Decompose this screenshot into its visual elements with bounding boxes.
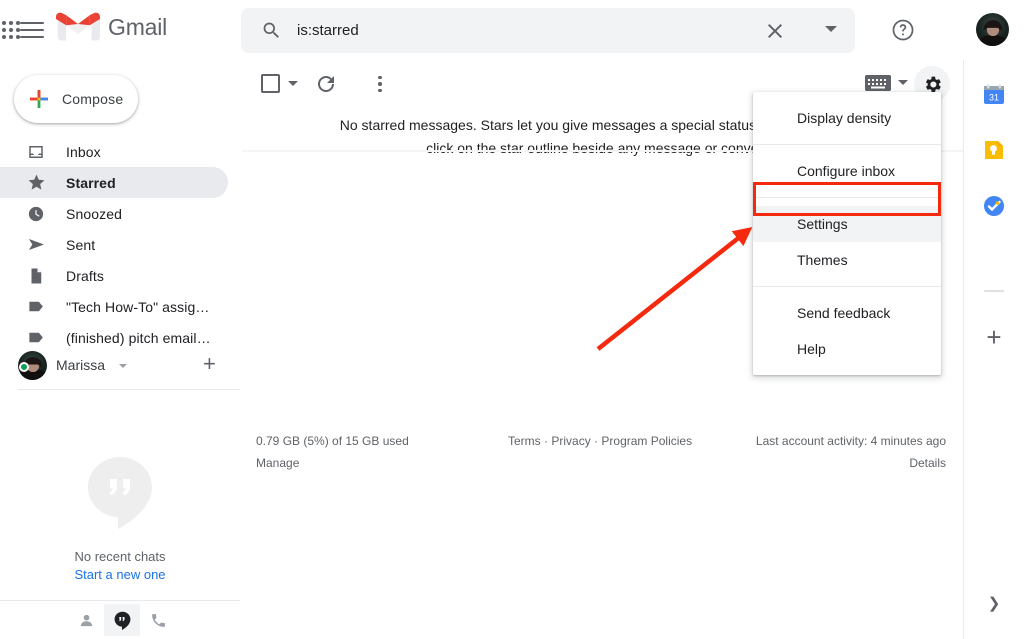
inbox-icon <box>26 142 46 162</box>
right-side-panel: 31 + ❯ <box>964 60 1024 639</box>
sidebar-item-snoozed[interactable]: Snoozed <box>0 198 228 229</box>
expand-panel-chevron-right-icon[interactable]: ❯ <box>984 594 1004 614</box>
left-sidebar: Compose Inbox Starred Snoozed <box>0 60 240 639</box>
search-bar[interactable] <box>241 8 855 53</box>
chat-empty-state: No recent chats Start a new one <box>0 455 240 582</box>
menu-separator <box>753 144 941 145</box>
hangouts-chat-icon[interactable] <box>104 604 140 636</box>
user-name[interactable]: Marissa <box>56 357 105 373</box>
add-addon-plus-icon[interactable]: + <box>982 326 1006 350</box>
hamburger-menu-icon[interactable] <box>20 18 46 42</box>
search-icon[interactable] <box>261 20 282 41</box>
add-contact-plus-icon[interactable]: + <box>203 355 223 375</box>
menu-item-label: Themes <box>797 252 848 268</box>
menu-item-label: Settings <box>797 216 848 232</box>
google-calendar-icon[interactable]: 31 <box>982 82 1006 106</box>
search-input[interactable] <box>297 8 777 53</box>
sidebar-divider <box>18 389 240 390</box>
hangouts-bubble-icon <box>84 455 156 531</box>
sidebar-item-starred[interactable]: Starred <box>0 167 228 198</box>
menu-item-display-density[interactable]: Display density <box>753 100 941 136</box>
footer-links: Terms · Privacy · Program Policies <box>508 434 692 448</box>
activity-details-link[interactable]: Details <box>756 456 946 470</box>
sidebar-item-inbox[interactable]: Inbox <box>0 136 228 167</box>
refresh-icon[interactable] <box>314 72 338 96</box>
keyboard-icon[interactable] <box>865 75 891 91</box>
sidebar-nav-list: Inbox Starred Snoozed Sent <box>0 136 240 353</box>
hangouts-user-row: Marissa + <box>0 341 240 389</box>
plus-icon <box>27 87 51 111</box>
close-icon[interactable] <box>763 19 787 43</box>
privacy-link[interactable]: Privacy <box>551 434 590 448</box>
select-all-chevron-down-icon[interactable] <box>288 81 298 86</box>
phone-icon[interactable] <box>140 604 176 636</box>
compose-label: Compose <box>62 91 123 107</box>
select-all-checkbox-icon[interactable] <box>261 74 280 93</box>
top-header-bar: Gmail <box>0 0 1024 60</box>
menu-separator <box>753 197 941 198</box>
sidebar-item-label: Snoozed <box>66 206 122 222</box>
manage-storage-link[interactable]: Manage <box>256 456 409 470</box>
send-icon <box>26 235 46 255</box>
rail-divider-line <box>984 290 1004 292</box>
chevron-down-icon[interactable] <box>119 364 127 368</box>
settings-dropdown-menu: Display density Configure inbox Settings… <box>753 92 941 375</box>
sidebar-item-label: Drafts <box>66 268 104 284</box>
start-new-chat-link[interactable]: Start a new one <box>0 567 240 582</box>
sidebar-item-label: Sent <box>66 237 95 253</box>
avatar[interactable] <box>976 13 1009 46</box>
gmail-logo-icon <box>56 10 100 44</box>
menu-item-themes[interactable]: Themes <box>753 242 941 278</box>
footer-separator-2: · <box>594 434 598 448</box>
svg-text:31: 31 <box>989 93 999 103</box>
search-options-chevron-down-icon[interactable] <box>825 26 837 32</box>
menu-item-help[interactable]: Help <box>753 331 941 367</box>
sidebar-item-sent[interactable]: Sent <box>0 229 228 260</box>
sidebar-item-label: Inbox <box>66 144 101 160</box>
empty-state-line-2: click on the star outline beside any mes… <box>426 140 778 156</box>
compose-button[interactable]: Compose <box>14 75 138 123</box>
draft-icon <box>26 266 46 286</box>
more-vertical-icon[interactable] <box>368 72 392 96</box>
menu-item-label: Configure inbox <box>797 163 895 179</box>
contacts-person-icon[interactable] <box>68 604 104 636</box>
sidebar-item-label: Starred <box>66 175 116 191</box>
footer-activity-block: Last account activity: 4 minutes ago Det… <box>756 434 946 470</box>
footer-storage-block: 0.79 GB (5%) of 15 GB used Manage <box>256 434 409 470</box>
menu-item-configure-inbox[interactable]: Configure inbox <box>753 153 941 189</box>
program-policies-link[interactable]: Program Policies <box>601 434 692 448</box>
status-badge-online <box>19 362 29 372</box>
help-circle-icon[interactable] <box>890 17 916 43</box>
storage-usage-text: 0.79 GB (5%) of 15 GB used <box>256 434 409 448</box>
menu-item-label: Display density <box>797 110 891 126</box>
menu-item-settings[interactable]: Settings <box>753 206 941 242</box>
sidebar-item-label: "Tech How-To" assign. f… <box>66 299 216 315</box>
menu-item-label: Send feedback <box>797 305 890 321</box>
clock-icon <box>26 204 46 224</box>
footer-separator-1: · <box>544 434 548 448</box>
google-tasks-icon[interactable] <box>982 194 1006 218</box>
footer: 0.79 GB (5%) of 15 GB used Manage Terms … <box>240 434 964 484</box>
menu-item-send-feedback[interactable]: Send feedback <box>753 295 941 331</box>
gmail-logo-text: Gmail <box>108 14 167 41</box>
menu-separator <box>753 286 941 287</box>
avatar-body <box>980 35 1006 46</box>
google-keep-icon[interactable] <box>982 138 1006 162</box>
apps-grid-icon[interactable] <box>0 19 22 41</box>
gmail-logo[interactable]: Gmail <box>56 10 167 44</box>
last-account-activity-text: Last account activity: 4 minutes ago <box>756 434 946 448</box>
menu-item-label: Help <box>797 341 826 357</box>
keyboard-chevron-down-icon[interactable] <box>898 80 908 85</box>
gmail-app-window: Gmail <box>0 0 1024 639</box>
chat-empty-text: No recent chats <box>0 549 240 564</box>
terms-link[interactable]: Terms <box>508 434 541 448</box>
sidebar-bottom-bar <box>0 601 240 639</box>
star-icon <box>26 173 46 193</box>
sidebar-item-drafts[interactable]: Drafts <box>0 260 228 291</box>
label-icon <box>26 297 46 317</box>
sidebar-item-label-tech-how-to[interactable]: "Tech How-To" assign. f… <box>0 291 228 322</box>
